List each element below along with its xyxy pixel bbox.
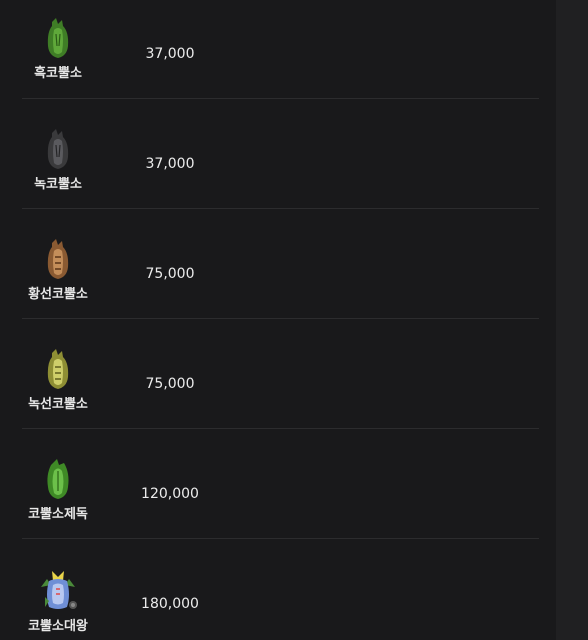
monster-price: 120,000 [141, 486, 199, 502]
monster-price-panel: 흑코뿔소 37,000 녹코뿔소 37,000 황선코뿔소 75,000 녹선코… [0, 0, 556, 640]
monster-cell: 녹선코뿔소 [22, 347, 94, 412]
list-item: 황선코뿔소 75,000 [22, 209, 539, 319]
rhino-yellow-icon [47, 349, 69, 389]
monster-name: 코뿔소제독 [28, 507, 88, 522]
monster-cell: 코뿔소대왕 [22, 567, 94, 634]
rhino-green-icon [47, 18, 69, 58]
scrollbar-track[interactable] [556, 0, 588, 640]
rhino-admiral-icon [47, 459, 69, 499]
monster-cell: 녹코뿔소 [22, 127, 94, 192]
monster-name: 녹선코뿔소 [28, 397, 88, 412]
monster-name: 흑코뿔소 [34, 66, 82, 81]
monster-price: 37,000 [145, 156, 195, 172]
monster-cell: 흑코뿔소 [22, 16, 94, 81]
monster-price: 75,000 [145, 376, 195, 392]
list-item: 코뿔소제독 120,000 [22, 429, 539, 539]
monster-name: 황선코뿔소 [28, 287, 88, 302]
list-item: 녹코뿔소 37,000 [22, 99, 539, 209]
monster-name: 녹코뿔소 [34, 177, 82, 192]
list-item: 녹선코뿔소 75,000 [22, 319, 539, 429]
monster-list: 흑코뿔소 37,000 녹코뿔소 37,000 황선코뿔소 75,000 녹선코… [22, 0, 539, 640]
list-item: 흑코뿔소 37,000 [22, 0, 539, 99]
monster-price: 180,000 [141, 596, 199, 612]
monster-price: 75,000 [145, 266, 195, 282]
rhino-gray-icon [47, 129, 69, 169]
rhino-king-icon [41, 571, 77, 609]
monster-name: 코뿔소대왕 [28, 619, 88, 634]
rhino-brown-icon [47, 239, 69, 279]
list-item: 코뿔소대왕 180,000 [22, 539, 539, 640]
monster-cell: 코뿔소제독 [22, 457, 94, 522]
monster-price: 37,000 [145, 46, 195, 62]
monster-cell: 황선코뿔소 [22, 237, 94, 302]
page: 흑코뿔소 37,000 녹코뿔소 37,000 황선코뿔소 75,000 녹선코… [0, 0, 588, 640]
